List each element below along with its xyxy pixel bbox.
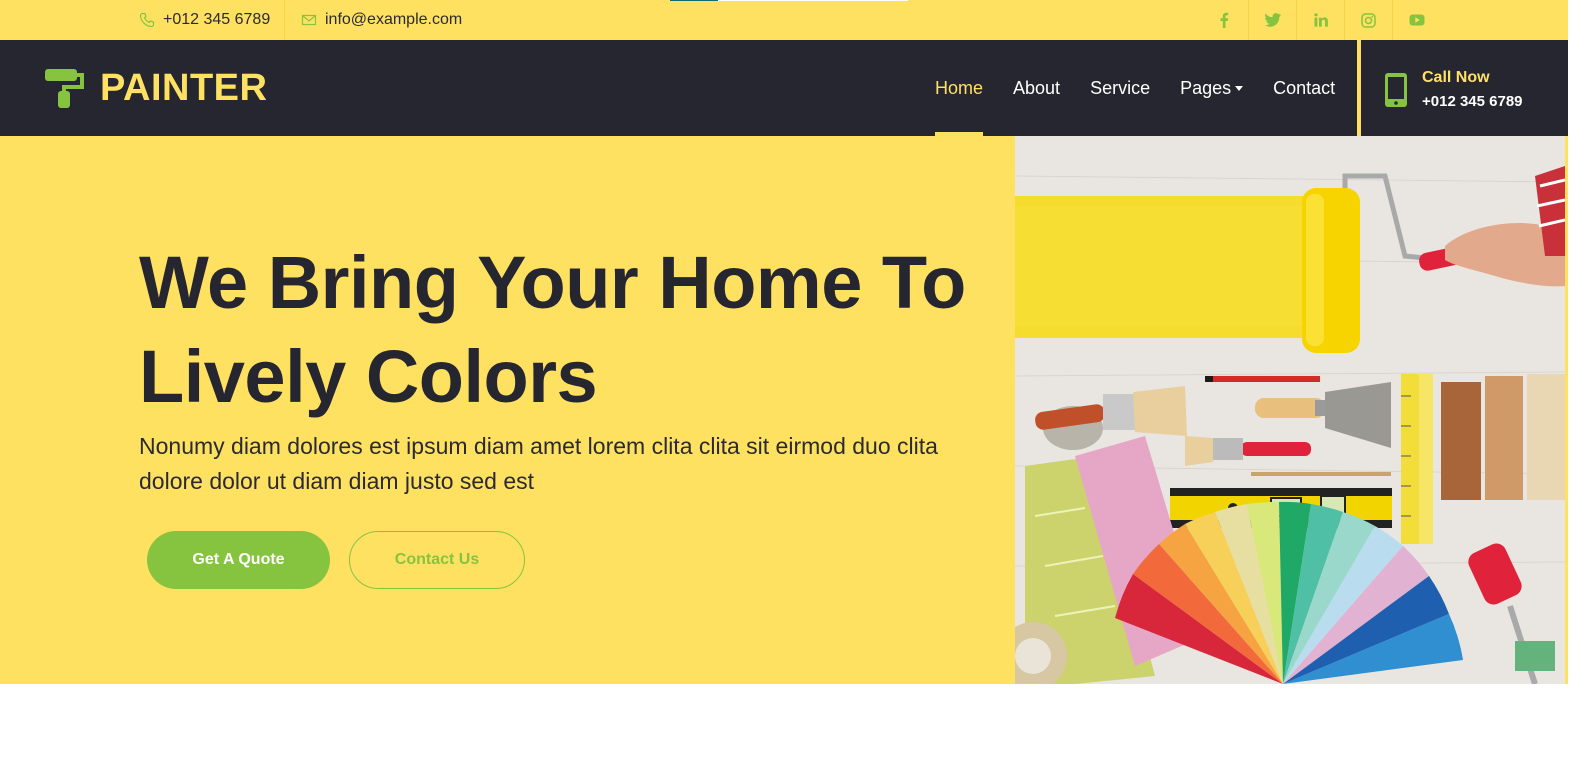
topbar: +012 345 6789 info@example.com xyxy=(0,0,1568,40)
phone-icon xyxy=(139,12,155,28)
twitter-icon[interactable] xyxy=(1248,0,1296,40)
paint-roller-icon xyxy=(45,69,84,108)
caret-down-icon xyxy=(1235,85,1244,91)
top-tab-indicator xyxy=(670,0,908,1)
hero-title: We Bring Your Home To Lively Colors xyxy=(139,241,966,418)
social-links xyxy=(1200,0,1440,40)
topbar-phone: +012 345 6789 xyxy=(139,0,285,40)
nav-home[interactable]: Home xyxy=(935,40,984,136)
scrollbar[interactable] xyxy=(1568,0,1584,770)
hero-section: We Bring Your Home To Lively Colors Nonu… xyxy=(0,136,1568,684)
contact-us-button[interactable]: Contact Us xyxy=(349,531,525,589)
linkedin-icon[interactable] xyxy=(1296,0,1344,40)
envelope-icon xyxy=(301,14,317,26)
mobile-phone-icon xyxy=(1385,73,1407,107)
get-a-quote-button[interactable]: Get A Quote xyxy=(147,531,330,589)
call-now-label: Call Now xyxy=(1422,69,1490,86)
topbar-email: info@example.com xyxy=(301,0,462,40)
nav-pages-label: Pages xyxy=(1180,77,1232,98)
nav-contact[interactable]: Contact xyxy=(1273,40,1335,136)
brand-name: PAINTER xyxy=(100,67,268,109)
nav-about[interactable]: About xyxy=(1013,40,1060,136)
call-divider xyxy=(1357,40,1361,136)
brand-logo-link[interactable]: PAINTER xyxy=(44,66,267,110)
navbar: PAINTER Home About Service Pages Contact… xyxy=(0,40,1568,136)
main-nav: Home About Service Pages Contact xyxy=(935,40,1365,136)
call-now-number: +012 345 6789 xyxy=(1422,93,1523,110)
topbar-email-text: info@example.com xyxy=(325,11,463,28)
instagram-icon[interactable] xyxy=(1344,0,1392,40)
hero-image xyxy=(1015,136,1565,684)
nav-pages-dropdown[interactable]: Pages xyxy=(1180,40,1244,136)
call-now-block: Call Now +012 345 6789 xyxy=(1384,66,1523,114)
facebook-icon[interactable] xyxy=(1200,0,1248,40)
nav-service[interactable]: Service xyxy=(1090,40,1150,136)
youtube-icon[interactable] xyxy=(1392,0,1440,40)
hero-text: Nonumy diam dolores est ipsum diam amet … xyxy=(139,433,938,494)
topbar-phone-text: +012 345 6789 xyxy=(163,11,271,28)
